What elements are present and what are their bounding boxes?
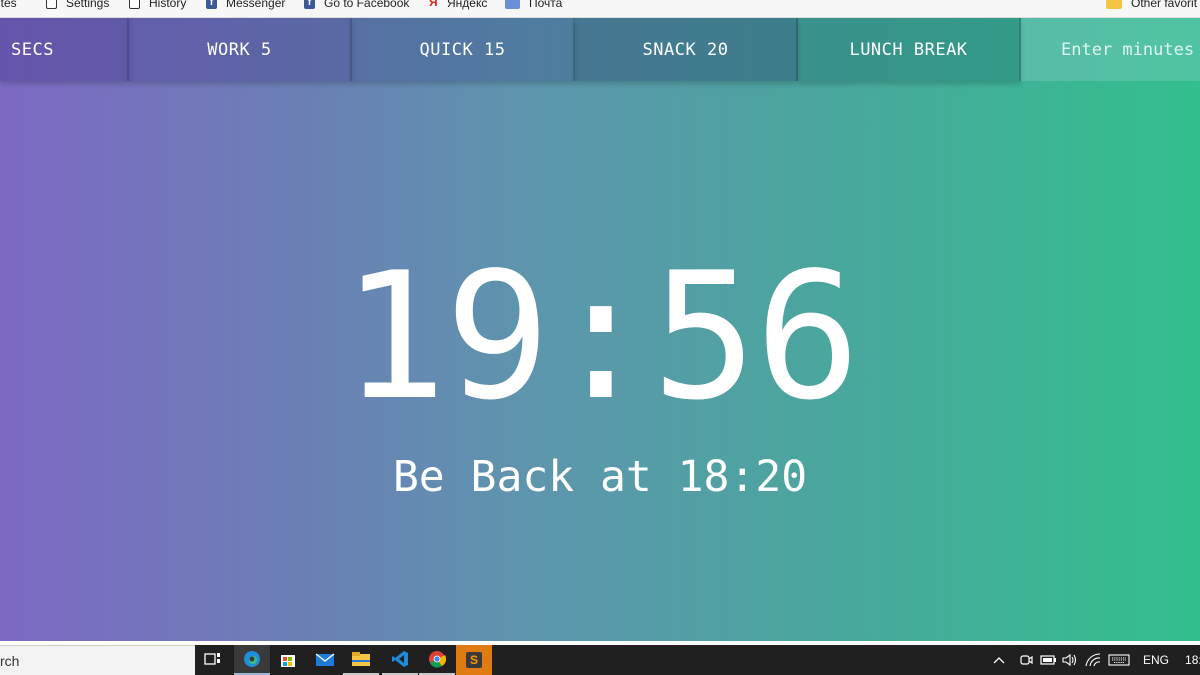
bookmark-favorites[interactable]: ites xyxy=(0,0,17,11)
bookmark-label: Почта xyxy=(529,0,563,10)
secs-button[interactable]: SECS xyxy=(0,18,129,81)
chevron-up-icon[interactable] xyxy=(991,656,1007,664)
work-5-button[interactable]: WORK 5 xyxy=(129,18,352,81)
bookmark-history[interactable]: History xyxy=(129,0,186,11)
timer-app: SECS WORK 5 QUICK 15 SNACK 20 LUNCH BREA… xyxy=(0,18,1200,641)
time-left-display: 19:56 xyxy=(341,236,861,439)
end-time-text: Be Back at 18:20 xyxy=(392,452,808,502)
mail-icon[interactable] xyxy=(307,645,343,675)
battery-icon[interactable] xyxy=(1037,654,1059,666)
bookmark-label: Messenger xyxy=(226,0,286,10)
bookmark-settings[interactable]: Settings xyxy=(46,0,109,11)
bookmark-messenger[interactable]: f Messenger xyxy=(206,0,285,11)
bookmark-label: Settings xyxy=(66,0,110,10)
bookmark-other-favorites[interactable]: Other favorit xyxy=(1106,0,1197,11)
timer-controls: SECS WORK 5 QUICK 15 SNACK 20 LUNCH BREA… xyxy=(0,18,1200,81)
bookmark-yandex[interactable]: Я Яндекс xyxy=(429,0,487,11)
edge-icon[interactable] xyxy=(234,645,270,675)
quick-15-button[interactable]: QUICK 15 xyxy=(352,18,575,81)
meet-now-icon[interactable] xyxy=(1015,653,1037,667)
sublime-icon[interactable]: S xyxy=(456,645,492,675)
bookmark-label: Go to Facebook xyxy=(324,0,410,10)
folder-icon xyxy=(1106,0,1122,9)
chrome-icon[interactable] xyxy=(419,645,455,675)
facebook-icon: f xyxy=(206,0,217,9)
custom-minutes-input[interactable] xyxy=(1021,18,1200,81)
page-icon xyxy=(129,0,140,9)
yandex-icon: Я xyxy=(429,0,438,9)
bookmark-label: Яндекс xyxy=(447,0,488,10)
mail-icon xyxy=(505,0,520,9)
bookmark-label: Other favorit xyxy=(1131,0,1198,10)
lunch-break-button[interactable]: LUNCH BREAK xyxy=(798,18,1021,81)
taskbar: rch S ENG 18 xyxy=(0,645,1200,675)
vscode-icon[interactable] xyxy=(382,645,418,675)
page-icon xyxy=(46,0,57,9)
bookmark-label: ites xyxy=(0,0,17,10)
system-tray: ENG 18:0 xyxy=(991,645,1200,675)
bookmark-go-to-facebook[interactable]: f Go to Facebook xyxy=(304,0,409,11)
bookmarks-bar: ites Settings History f Messenger f Go t… xyxy=(0,0,1200,18)
bookmark-mail[interactable]: Почта xyxy=(505,0,562,11)
wifi-icon[interactable] xyxy=(1081,653,1105,667)
search-text: rch xyxy=(0,653,20,669)
file-explorer-icon[interactable] xyxy=(343,645,379,675)
keyboard-icon[interactable] xyxy=(1105,654,1133,666)
bookmark-label: History xyxy=(149,0,187,10)
language-indicator[interactable]: ENG xyxy=(1143,653,1169,667)
snack-20-button[interactable]: SNACK 20 xyxy=(575,18,798,81)
store-icon[interactable] xyxy=(270,645,306,675)
taskbar-search-box[interactable]: rch xyxy=(0,645,195,675)
task-view-icon[interactable] xyxy=(195,645,231,675)
facebook-icon: f xyxy=(304,0,315,9)
volume-icon[interactable] xyxy=(1059,653,1081,667)
clock[interactable]: 18:0 xyxy=(1185,653,1200,667)
